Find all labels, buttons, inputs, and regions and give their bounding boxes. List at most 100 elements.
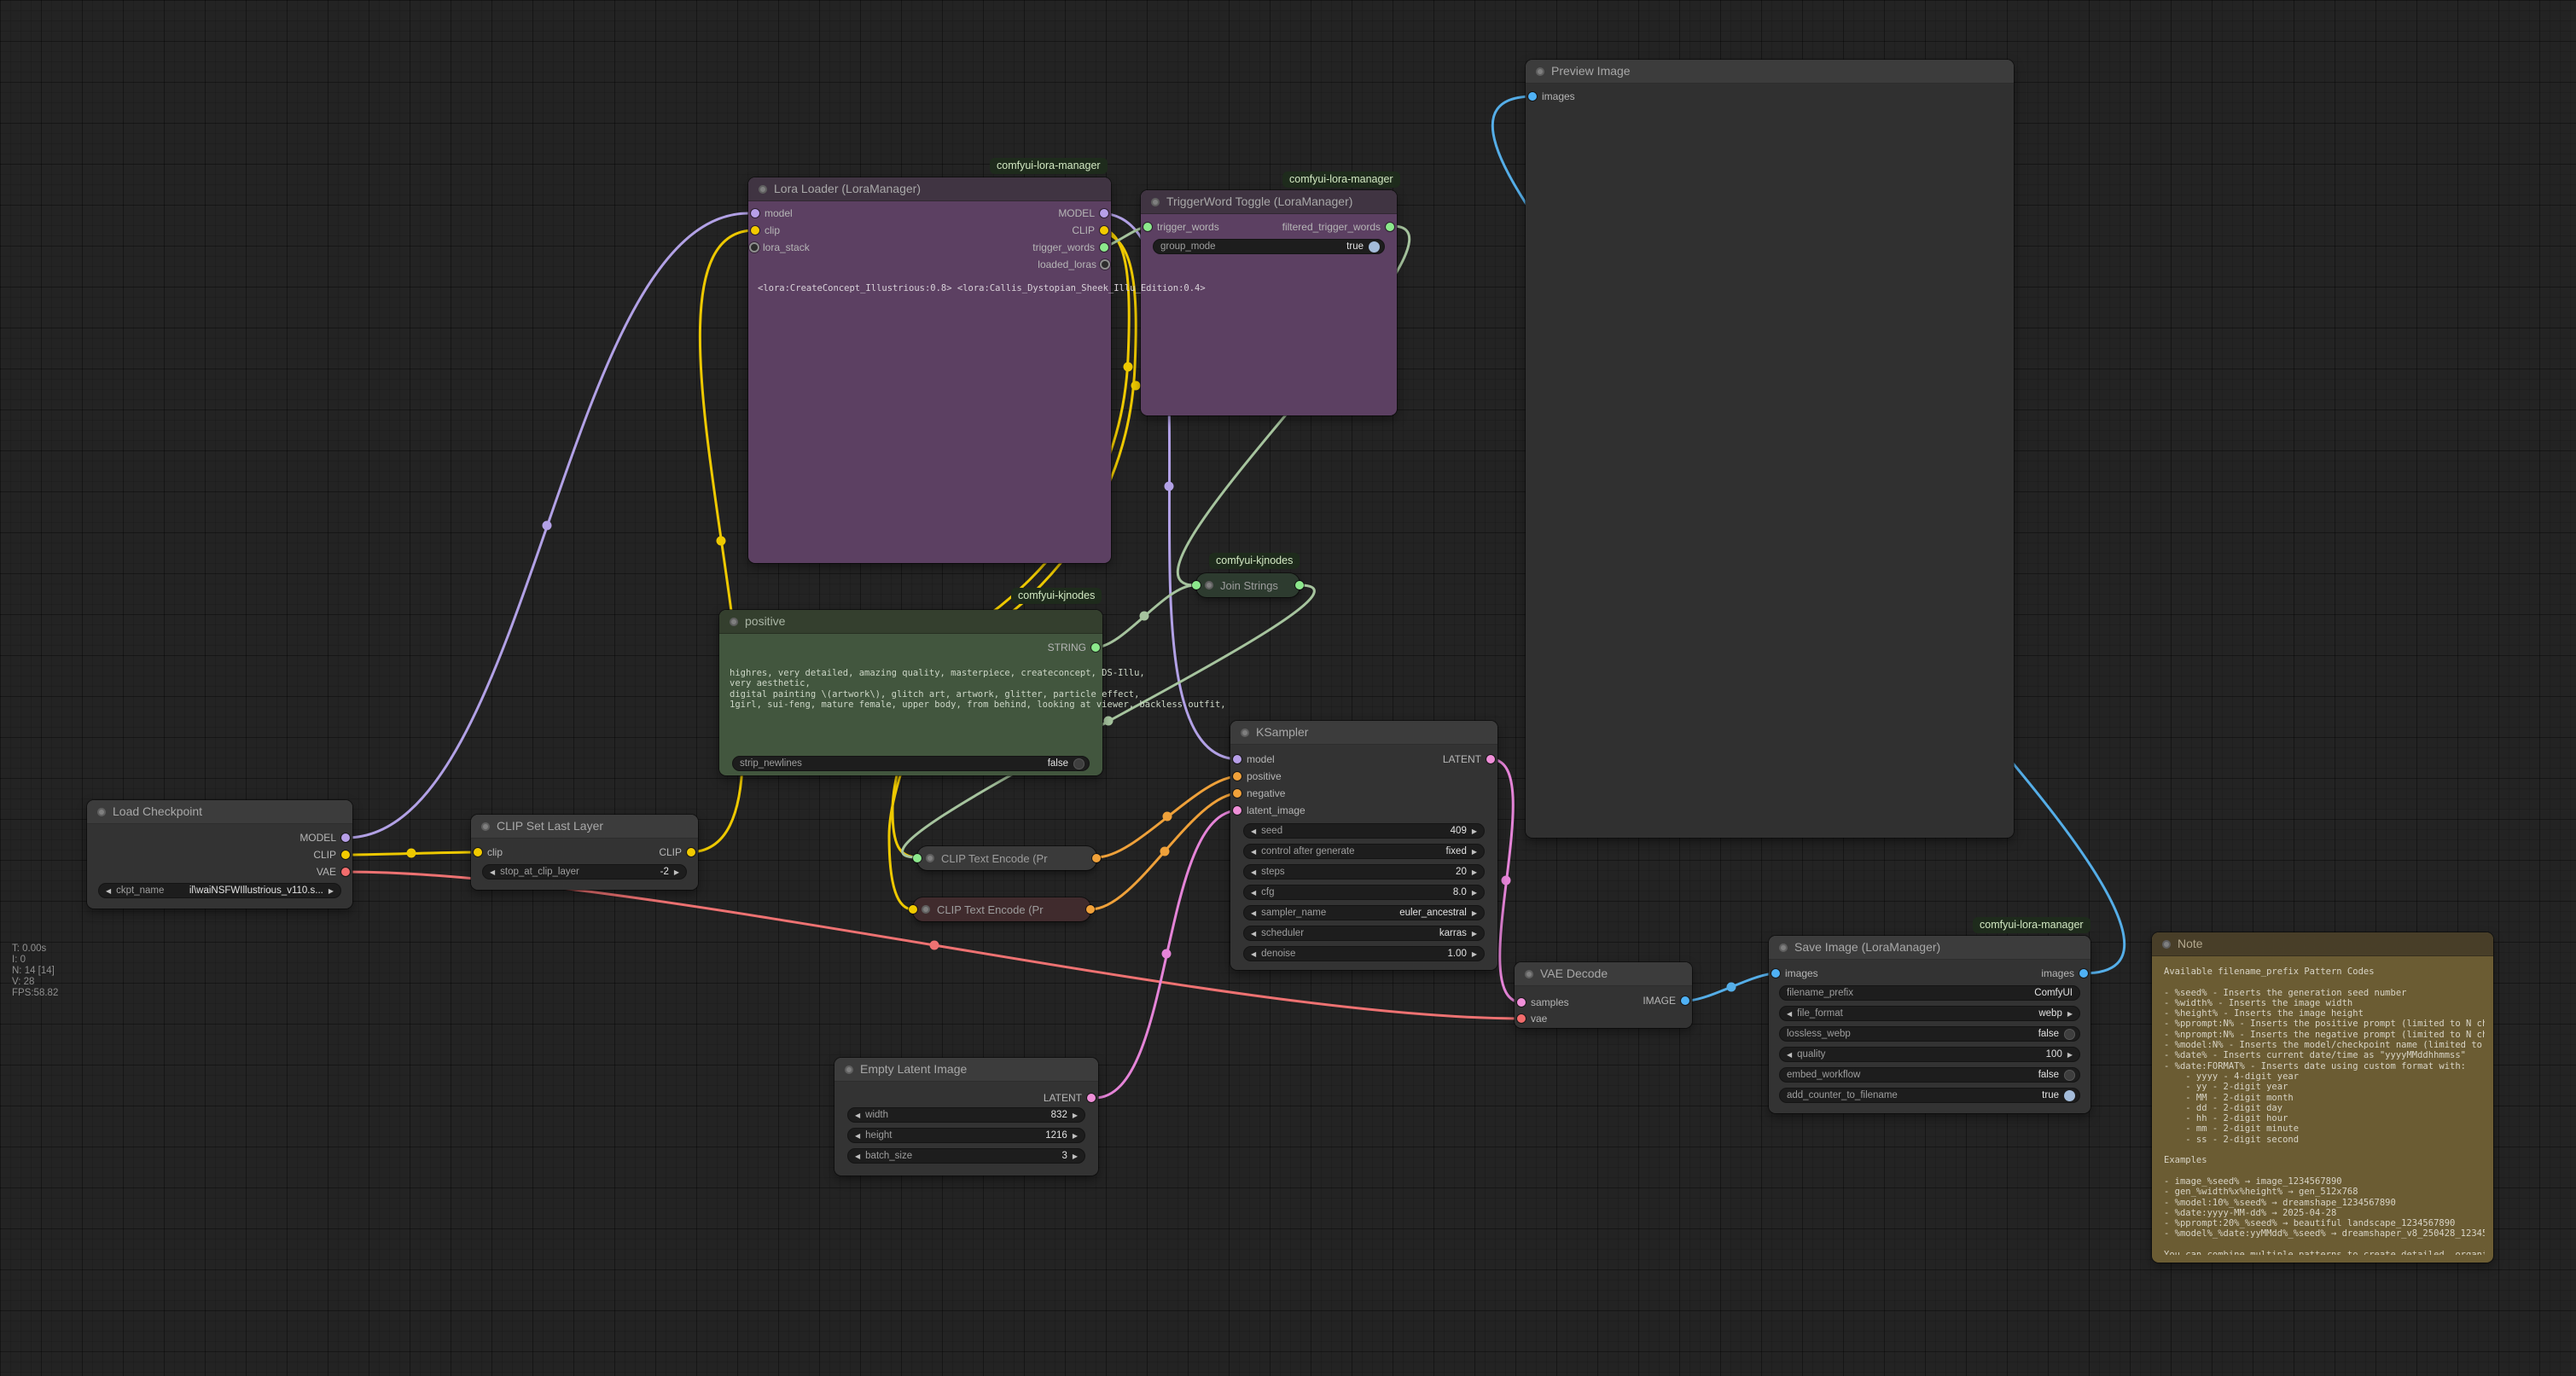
node-collapse-dot[interactable] (1525, 970, 1533, 978)
output-vae[interactable]: VAE (317, 867, 350, 877)
increment-arrow-icon[interactable]: ▶ (1073, 1152, 1078, 1160)
widget-scheduler[interactable]: ◀ scheduler karras ▶ (1243, 926, 1485, 941)
node-collapse-dot[interactable] (97, 808, 106, 816)
string-port-dot[interactable] (1100, 243, 1108, 252)
string-port-dot[interactable] (1091, 643, 1100, 652)
clip-port-dot[interactable] (474, 848, 482, 856)
node-collapse-dot[interactable] (845, 1065, 853, 1074)
output-latent[interactable]: LATENT (1044, 1093, 1096, 1103)
node-note[interactable]: Note Available filename_prefix Pattern C… (2152, 932, 2493, 1263)
widget-quality[interactable]: ◀ quality 100 ▶ (1779, 1047, 2080, 1062)
widget-file-format[interactable]: ◀ file_format webp ▶ (1779, 1006, 2080, 1021)
output-image[interactable]: IMAGE (1643, 996, 1689, 1006)
decrement-arrow-icon[interactable]: ◀ (1251, 930, 1256, 938)
widget-denoise[interactable]: ◀ denoise 1.00 ▶ (1243, 946, 1485, 961)
increment-arrow-icon[interactable]: ▶ (2067, 1010, 2073, 1018)
decrement-arrow-icon[interactable]: ◀ (1787, 1010, 1792, 1018)
image-port-dot[interactable] (1528, 92, 1537, 101)
conditioning-port-dot[interactable] (1233, 789, 1241, 798)
node-join-strings[interactable]: Join Strings (1196, 573, 1300, 597)
unconnected-port-dot[interactable] (1102, 261, 1108, 268)
node-positive-prompt[interactable]: positive STRING highres, very detailed, … (719, 610, 1102, 775)
node-ksampler[interactable]: KSampler model positive negative latent_… (1230, 721, 1497, 970)
output-images[interactable]: images (2041, 968, 2088, 978)
toggle-off-icon[interactable] (2064, 1070, 2075, 1081)
increment-arrow-icon[interactable]: ▶ (1073, 1112, 1078, 1119)
input-trigger-words[interactable]: trigger_words (1143, 222, 1219, 232)
widget-sampler-name[interactable]: ◀ sampler_name euler_ancestral ▶ (1243, 905, 1485, 920)
decrement-arrow-icon[interactable]: ◀ (1251, 909, 1256, 917)
increment-arrow-icon[interactable]: ▶ (1073, 1132, 1078, 1140)
string-port-dot[interactable] (1386, 223, 1394, 231)
increment-arrow-icon[interactable]: ▶ (1472, 868, 1477, 876)
increment-arrow-icon[interactable]: ▶ (674, 868, 679, 876)
widget-embed-workflow[interactable]: embed_workflow false (1779, 1067, 2080, 1083)
widget-control-after-generate[interactable]: ◀ control after generate fixed ▶ (1243, 844, 1485, 859)
string-port-dot[interactable] (1143, 223, 1152, 231)
widget-stop-at-clip-layer[interactable]: ◀ stop_at_clip_layer -2 ▶ (482, 864, 687, 880)
node-collapse-dot[interactable] (481, 822, 490, 831)
toggle-off-icon[interactable] (2064, 1029, 2075, 1040)
image-port-dot[interactable] (1681, 996, 1689, 1005)
latent-port-dot[interactable] (1486, 755, 1495, 763)
widget-steps[interactable]: ◀ steps 20 ▶ (1243, 864, 1485, 880)
toggle-off-icon[interactable] (1073, 758, 1084, 769)
node-lora-loader[interactable]: Lora Loader (LoraManager) model clip lor… (748, 177, 1111, 563)
string-port-dot[interactable] (1295, 581, 1304, 589)
toggle-on-icon[interactable] (2064, 1090, 2075, 1101)
input-positive[interactable]: positive (1233, 771, 1282, 781)
node-collapse-dot[interactable] (922, 905, 930, 914)
node-collapse-dot[interactable] (730, 618, 738, 626)
increment-arrow-icon[interactable]: ▶ (1472, 827, 1477, 835)
output-latent[interactable]: LATENT (1443, 754, 1495, 764)
node-collapse-dot[interactable] (926, 854, 934, 862)
node-clip-text-encode-negative[interactable]: CLIP Text Encode (Pr (913, 897, 1090, 921)
input-negative[interactable]: negative (1233, 788, 1285, 798)
image-port-dot[interactable] (2079, 969, 2088, 978)
clip-port-dot[interactable] (1100, 226, 1108, 235)
node-preview-image[interactable]: Preview Image images (1526, 60, 2014, 838)
input-images[interactable]: images (1771, 968, 1818, 978)
decrement-arrow-icon[interactable]: ◀ (106, 887, 111, 895)
clip-port-dot[interactable] (687, 848, 695, 856)
widget-cfg[interactable]: ◀ cfg 8.0 ▶ (1243, 885, 1485, 900)
clip-port-dot[interactable] (341, 851, 350, 859)
widget-width[interactable]: ◀ width 832 ▶ (847, 1107, 1085, 1123)
widget-add-counter-to-filename[interactable]: add_counter_to_filename true (1779, 1088, 2080, 1103)
input-lora-stack[interactable]: lora_stack (751, 242, 810, 253)
increment-arrow-icon[interactable]: ▶ (2067, 1051, 2073, 1059)
latent-port-dot[interactable] (1087, 1094, 1096, 1102)
increment-arrow-icon[interactable]: ▶ (1472, 909, 1477, 917)
widget-ckpt-name[interactable]: ◀ ckpt_name il\waiNSFWIllustrious_v110.s… (98, 883, 341, 898)
decrement-arrow-icon[interactable]: ◀ (1787, 1051, 1792, 1059)
image-port-dot[interactable] (1771, 969, 1780, 978)
node-collapse-dot[interactable] (1205, 581, 1213, 589)
input-clip[interactable]: clip (751, 225, 780, 235)
widget-seed[interactable]: ◀ seed 409 ▶ (1243, 823, 1485, 839)
output-model[interactable]: MODEL (299, 833, 350, 843)
node-collapse-dot[interactable] (1536, 67, 1544, 76)
node-collapse-dot[interactable] (1151, 198, 1160, 206)
decrement-arrow-icon[interactable]: ◀ (855, 1112, 860, 1119)
node-collapse-dot[interactable] (2162, 940, 2171, 949)
increment-arrow-icon[interactable]: ▶ (329, 887, 334, 895)
input-clip[interactable]: clip (474, 847, 503, 857)
note-text[interactable]: Available filename_prefix Pattern Codes … (2164, 967, 2485, 1255)
string-port-dot[interactable] (1192, 581, 1201, 589)
widget-batch-size[interactable]: ◀ batch_size 3 ▶ (847, 1148, 1085, 1164)
output-model[interactable]: MODEL (1058, 208, 1108, 218)
node-graph-canvas[interactable]: Preview Image images Note Available file… (0, 0, 2576, 1376)
latent-port-dot[interactable] (1517, 998, 1526, 1007)
conditioning-port-dot[interactable] (1086, 905, 1095, 914)
node-triggerword-toggle[interactable]: TriggerWord Toggle (LoraManager) trigger… (1141, 190, 1397, 415)
conditioning-port-dot[interactable] (1092, 854, 1101, 862)
clip-port-dot[interactable] (909, 905, 917, 914)
model-port-dot[interactable] (751, 209, 759, 218)
output-string[interactable]: STRING (1048, 642, 1100, 653)
positive-prompt-text[interactable]: highres, very detailed, amazing quality,… (730, 668, 1226, 710)
output-clip[interactable]: CLIP (313, 850, 350, 860)
increment-arrow-icon[interactable]: ▶ (1472, 950, 1477, 958)
decrement-arrow-icon[interactable]: ◀ (1251, 889, 1256, 897)
input-latent-image[interactable]: latent_image (1233, 805, 1305, 816)
decrement-arrow-icon[interactable]: ◀ (490, 868, 495, 876)
